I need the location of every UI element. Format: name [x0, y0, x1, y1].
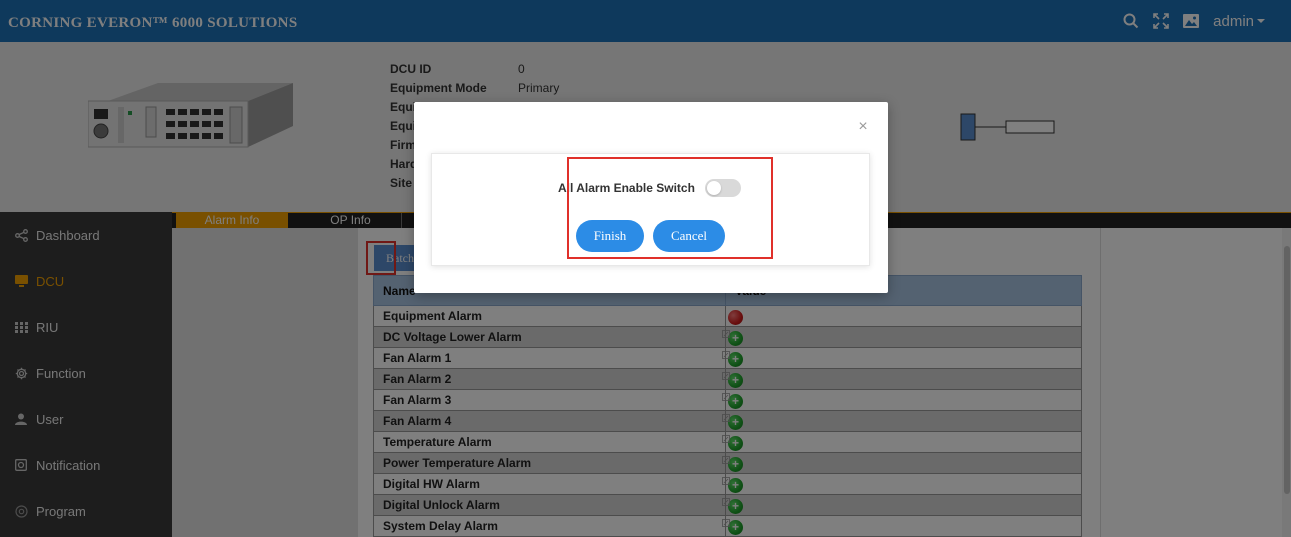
alarm-switch-row: All Alarm Enable Switch: [558, 179, 741, 197]
finish-button[interactable]: Finish: [576, 220, 644, 252]
dialog-body: All Alarm Enable Switch Finish Cancel: [431, 153, 870, 266]
close-icon[interactable]: ×: [854, 118, 872, 136]
cancel-button[interactable]: Cancel: [653, 220, 725, 252]
alarm-enable-toggle[interactable]: [704, 179, 741, 197]
toggle-knob: [706, 181, 721, 195]
alarm-switch-label: All Alarm Enable Switch: [558, 181, 695, 195]
alarm-switch-dialog: × All Alarm Enable Switch Finish Cancel: [414, 102, 888, 293]
